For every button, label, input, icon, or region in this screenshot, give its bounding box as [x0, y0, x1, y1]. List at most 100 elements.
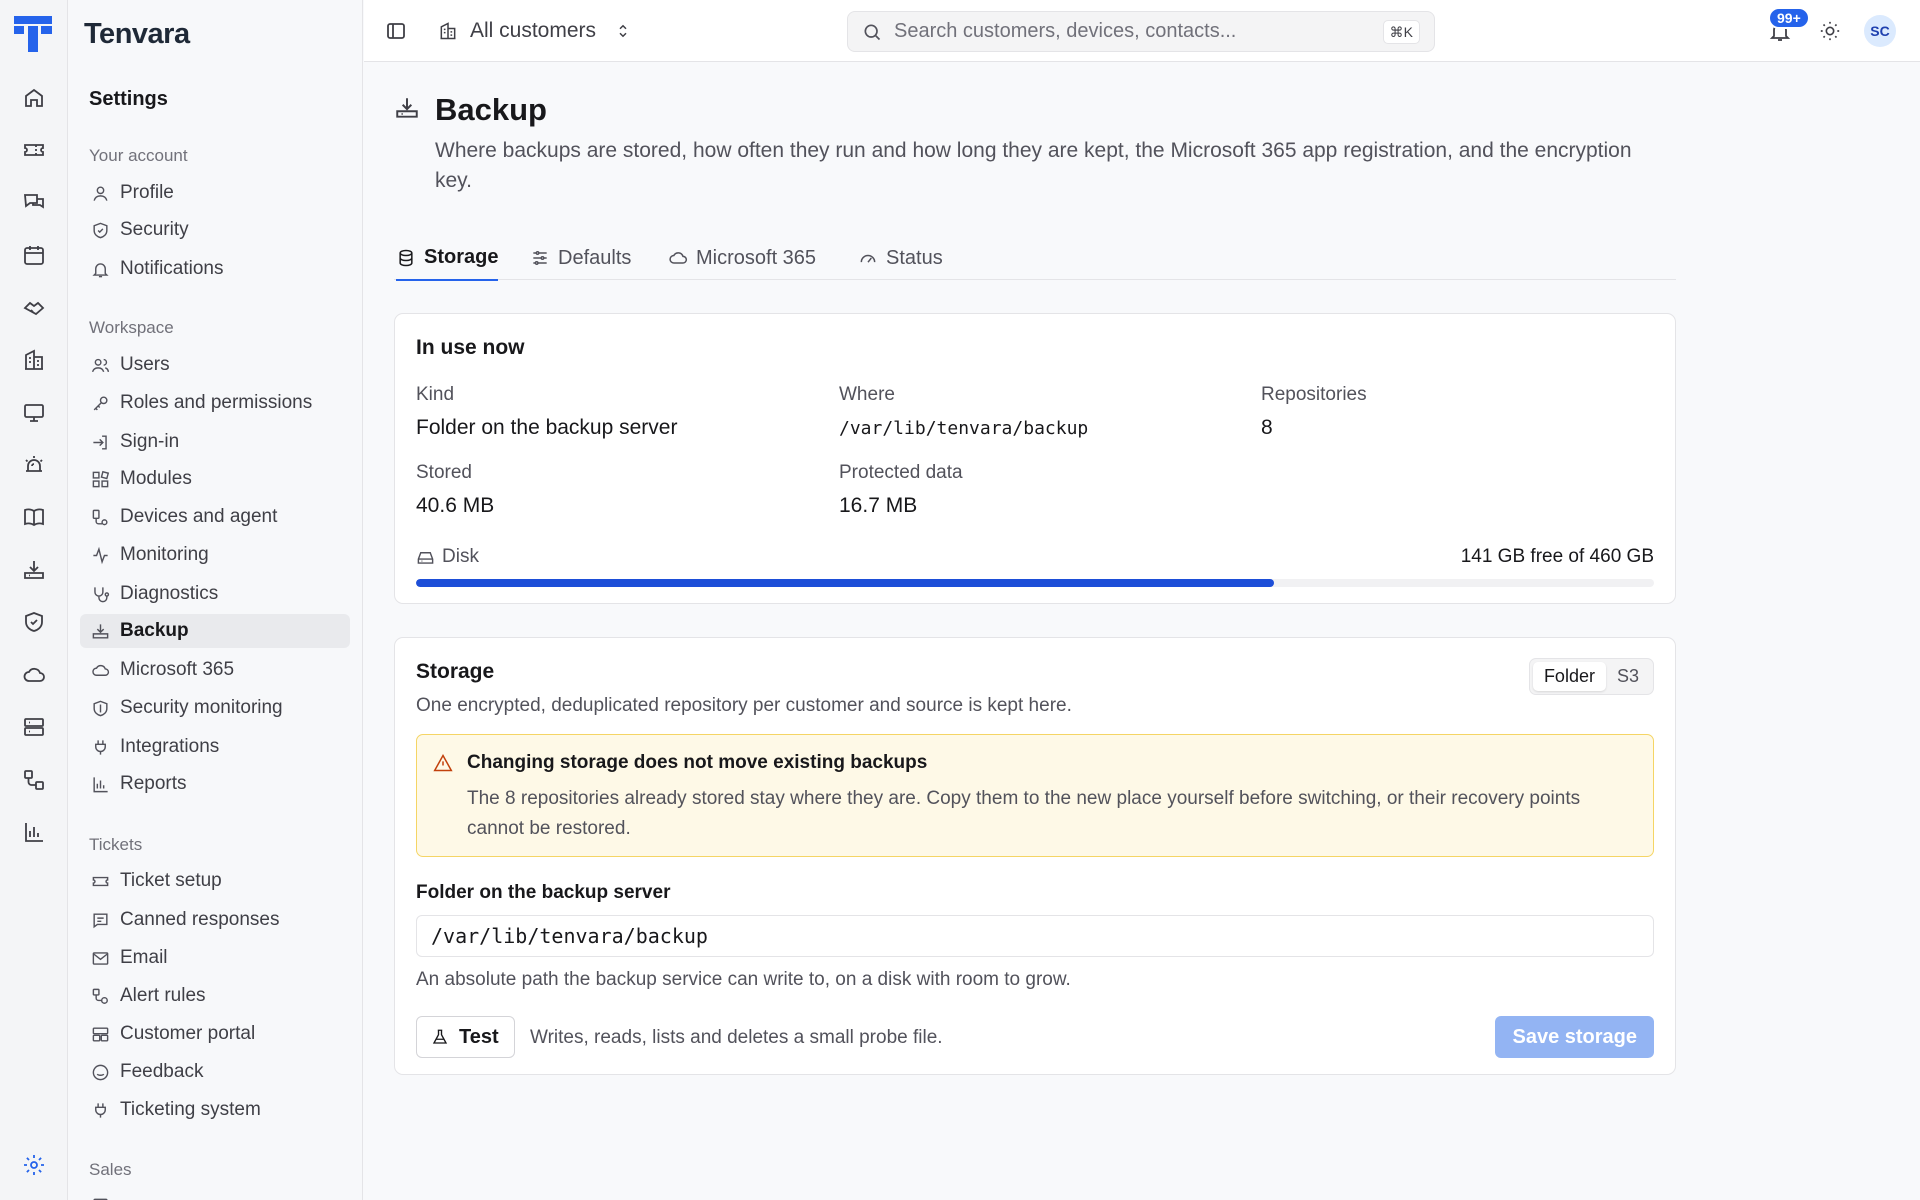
monitor-icon[interactable]: [20, 399, 48, 427]
sidebar-item-canned-responses[interactable]: Canned responses: [80, 903, 350, 937]
tab-defaults[interactable]: Defaults: [530, 236, 631, 280]
sidebar-item-devices-and-agent[interactable]: Devices and agent: [80, 500, 350, 534]
home-icon[interactable]: [20, 84, 48, 112]
test-button-label: Test: [459, 1025, 499, 1048]
folder-field-label: Folder on the backup server: [416, 882, 671, 903]
storage-option-s3[interactable]: S3: [1606, 662, 1650, 691]
sidebar-item-label: Microsoft 365: [120, 659, 235, 680]
sign-in-icon: [89, 431, 111, 453]
sidebar-item-reports[interactable]: Reports: [80, 767, 350, 801]
storage-option-folder[interactable]: Folder: [1532, 662, 1606, 691]
sidebar-item-label: Monitoring: [120, 544, 209, 565]
folder-path-input[interactable]: [416, 915, 1654, 957]
users-icon: [89, 354, 111, 376]
sidebar-item-label: Users: [120, 354, 170, 375]
sidebar-item-alert-rules[interactable]: Alert rules: [80, 979, 350, 1013]
sidebar-item-label: Diagnostics: [120, 583, 219, 604]
sliders-icon: [533, 251, 547, 265]
sidebar-item-ticketing-system[interactable]: Ticketing system: [80, 1093, 350, 1127]
sidebar-item-customer-portal[interactable]: Customer portal: [80, 1017, 350, 1051]
sidebar-item-label: Ticketing system: [120, 1099, 261, 1120]
plug-icon: [89, 736, 111, 758]
tenvara-logo[interactable]: [14, 16, 52, 52]
sidebar-item-ticket-setup[interactable]: Ticket setup: [80, 864, 350, 898]
sidebar-item-label: Customer portal: [120, 1023, 256, 1044]
test-button[interactable]: Test: [416, 1016, 515, 1058]
storage-subtitle: One encrypted, deduplicated repository p…: [416, 695, 1072, 716]
tab-status[interactable]: Status: [858, 236, 943, 280]
alarm-icon[interactable]: [20, 451, 48, 479]
save-storage-button[interactable]: Save storage: [1495, 1016, 1654, 1058]
cloud-icon: [89, 659, 111, 681]
sidebar-item-security-monitoring[interactable]: Security monitoring: [80, 691, 350, 725]
sidebar-toggle-icon[interactable]: [384, 19, 408, 43]
modules-icon: [89, 468, 111, 490]
book-icon[interactable]: [20, 503, 48, 531]
workflow-icon[interactable]: [20, 766, 48, 794]
test-note: Writes, reads, lists and deletes a small…: [530, 1027, 943, 1048]
calendar-icon[interactable]: [20, 241, 48, 269]
settings-icon[interactable]: [20, 1151, 48, 1179]
kind-value: Folder on the backup server: [416, 416, 678, 439]
group-label-your-account: Your account: [89, 146, 188, 165]
search-input[interactable]: Search customers, devices, contacts... ⌘…: [847, 11, 1435, 52]
sidebar-item-backup[interactable]: Backup: [80, 614, 350, 648]
sidebar-item-profile[interactable]: Profile: [80, 176, 350, 210]
tab-label: Status: [886, 246, 943, 269]
sidebar-item-email[interactable]: Email: [80, 941, 350, 975]
sidebar-item-label: Modules: [120, 468, 192, 489]
chat-icon[interactable]: [20, 189, 48, 217]
servers-icon[interactable]: [20, 713, 48, 741]
building-icon[interactable]: [20, 346, 48, 374]
sidebar-item-sign-in[interactable]: Sign-in: [80, 425, 350, 459]
flask-icon: [432, 1029, 448, 1044]
chart-icon[interactable]: [20, 818, 48, 846]
sidebar-item-label: Ticket setup: [120, 870, 222, 891]
sidebar-item-integrations[interactable]: Integrations: [80, 730, 350, 764]
backup-icon: [396, 98, 418, 118]
sidebar-item-modules[interactable]: Modules: [80, 462, 350, 496]
avatar[interactable]: SC: [1864, 15, 1896, 47]
page-title: Backup: [435, 92, 547, 127]
sidebar-item-microsoft-365[interactable]: Microsoft 365: [80, 653, 350, 687]
building-icon: [440, 22, 456, 40]
tab-storage[interactable]: Storage: [396, 236, 499, 281]
sidebar-item-security[interactable]: Security: [80, 213, 350, 247]
sidebar-item-label: Sign-in: [120, 431, 180, 452]
sidebar-item-diagnostics[interactable]: Diagnostics: [80, 577, 350, 611]
sidebar-item-users[interactable]: Users: [80, 348, 350, 382]
customer-selector[interactable]: All customers: [438, 14, 632, 48]
stethoscope-icon: [89, 583, 111, 605]
warning-title: Changing storage does not move existing …: [467, 752, 928, 773]
sidebar-item-notifications[interactable]: Notifications: [80, 252, 350, 286]
disk-free-value: 141 GB free of 460 GB: [1460, 546, 1654, 567]
handshake-icon[interactable]: [20, 294, 48, 322]
sidebar-item-label: Backup: [120, 620, 189, 641]
tab-label: Storage: [424, 246, 499, 268]
customer-selector-label: All customers: [470, 19, 597, 42]
plug-icon: [89, 1099, 111, 1121]
notification-badge: 99+: [1768, 7, 1810, 29]
sidebar-item-monitoring[interactable]: Monitoring: [80, 538, 350, 572]
tab-label: Microsoft 365: [696, 246, 817, 269]
sidebar-item-label: Integrations: [120, 736, 220, 757]
where-label: Where: [839, 384, 895, 405]
sidebar-item-label: Roles and permissions: [120, 392, 313, 413]
sidebar-item-feedback[interactable]: Feedback: [80, 1055, 350, 1089]
sidebar-item-label: Alert rules: [120, 985, 206, 1006]
shield-check-icon[interactable]: [20, 608, 48, 636]
search-icon: [864, 24, 881, 40]
tab-microsoft-365[interactable]: Microsoft 365: [668, 236, 816, 280]
sidebar-item-sales-partial[interactable]: [80, 1189, 350, 1200]
activity-icon: [89, 544, 111, 566]
storage-card: Storage One encrypted, deduplicated repo…: [394, 637, 1676, 1075]
sidebar-item-roles-and-permissions[interactable]: Roles and permissions: [80, 386, 350, 420]
theme-toggle-icon[interactable]: [1819, 20, 1841, 42]
cloud-icon[interactable]: [20, 661, 48, 689]
backup-icon[interactable]: [20, 556, 48, 584]
kind-label: Kind: [416, 384, 455, 405]
shield-icon: [89, 697, 111, 719]
tickets-icon[interactable]: [20, 136, 48, 164]
key-icon: [89, 392, 111, 414]
protected-data-value: 16.7 MB: [839, 494, 918, 517]
